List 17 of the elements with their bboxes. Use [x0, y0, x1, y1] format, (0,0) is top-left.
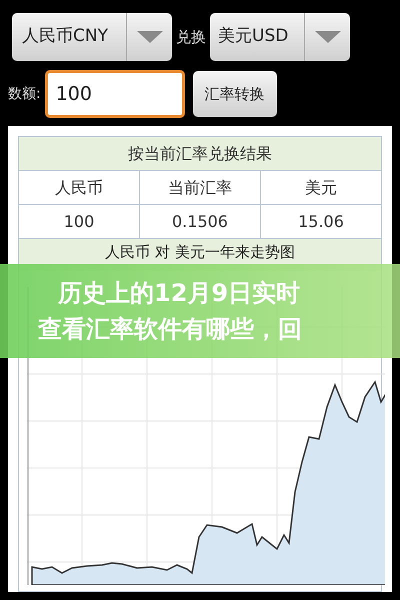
- currency-value: 人民币CNY: [21, 25, 109, 48]
- currency-value: 美元USD: [217, 25, 290, 48]
- caret-icon: [314, 31, 340, 43]
- column-header: 人民币: [18, 170, 140, 204]
- caret-icon: [136, 31, 162, 43]
- column-header: 当前汇率: [140, 170, 260, 204]
- currency-dropdown[interactable]: 美元USD: [210, 13, 350, 61]
- banner-headline: 历史上的12月9日实时: [58, 278, 302, 309]
- column-header: 美元: [260, 170, 382, 204]
- table-title: 按当前汇率兑换结果: [18, 136, 382, 170]
- currency-dropdown[interactable]: 人民币CNY: [12, 13, 172, 61]
- banner-headline: 查看汇率软件有哪些，回: [38, 314, 303, 345]
- exchange-label: 兑换: [176, 26, 206, 48]
- amount-label: 数额:: [8, 84, 41, 104]
- chart-title: 人民币 对 美元一年来走势图: [105, 243, 295, 261]
- amount-field[interactable]: 100: [44, 70, 185, 118]
- convert-button[interactable]: 汇率转换: [192, 71, 277, 117]
